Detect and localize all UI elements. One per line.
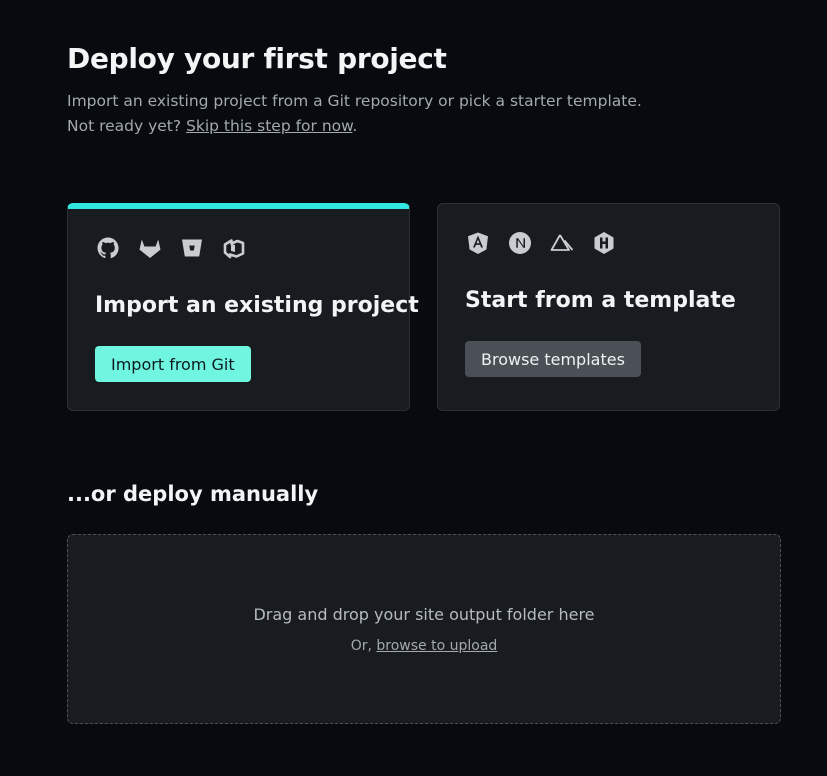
dropzone-sub: Or, browse to upload	[68, 638, 780, 654]
framework-icons	[466, 231, 616, 255]
hugo-icon	[592, 231, 616, 255]
gitlab-icon	[138, 236, 162, 260]
skip-step-link[interactable]: Skip this step for now	[186, 117, 352, 135]
deploy-manually-title: ...or deploy manually	[67, 482, 319, 506]
git-provider-icons	[96, 236, 246, 260]
angular-icon	[466, 231, 490, 255]
nuxt-icon	[550, 231, 574, 255]
page-subtitle: Import an existing project from a Git re…	[67, 89, 642, 139]
github-icon	[96, 236, 120, 260]
import-from-git-button[interactable]: Import from Git	[95, 346, 251, 382]
bitbucket-icon	[180, 236, 204, 260]
page-title: Deploy your first project	[67, 42, 447, 75]
browse-templates-button[interactable]: Browse templates	[465, 341, 641, 377]
template-card: Start from a template Browse templates	[437, 203, 780, 411]
import-card-title: Import an existing project	[95, 293, 419, 318]
dropzone-text: Drag and drop your site output folder he…	[253, 605, 595, 624]
azure-devops-icon	[222, 236, 246, 260]
not-ready-prefix: Not ready yet?	[67, 117, 182, 135]
not-ready-line: Not ready yet? Skip this step for now.	[67, 114, 642, 139]
upload-dropzone[interactable]: Drag and drop your site output folder he…	[67, 534, 781, 724]
subtitle-text: Import an existing project from a Git re…	[67, 92, 642, 110]
browse-upload-link[interactable]: browse to upload	[376, 638, 497, 654]
nextjs-icon	[508, 231, 532, 255]
or-prefix: Or,	[350, 638, 372, 654]
import-project-card: Import an existing project Import from G…	[67, 203, 419, 411]
template-card-title: Start from a template	[465, 288, 736, 313]
not-ready-suffix: .	[352, 117, 358, 135]
